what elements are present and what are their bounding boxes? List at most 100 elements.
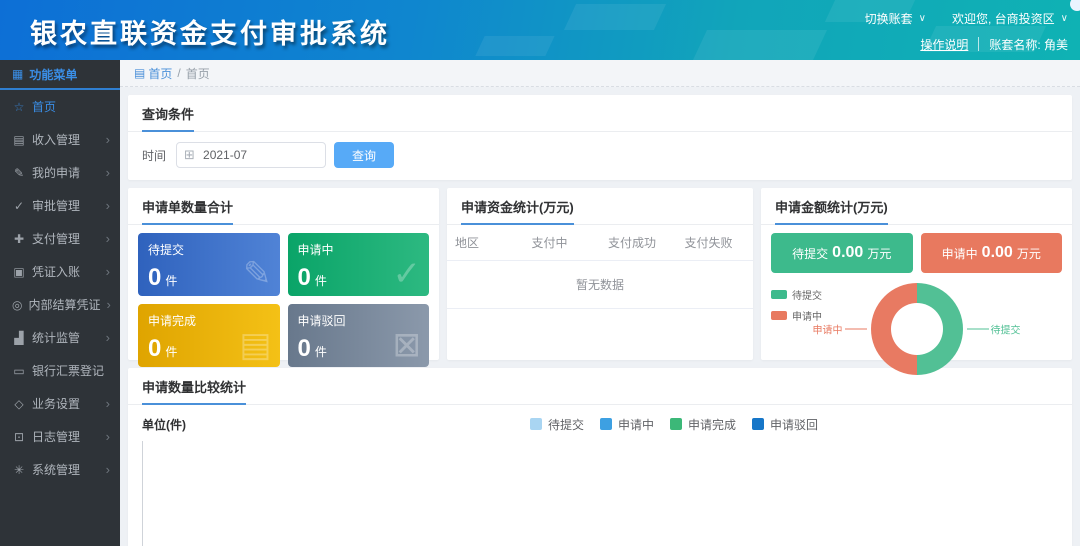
chevron-right-icon: ›: [106, 462, 110, 477]
log-edit-icon: ⊡: [12, 430, 26, 444]
legend-swatch: [530, 418, 542, 430]
stat-card-unit: 件: [315, 345, 327, 359]
stat-card-value: 0: [298, 335, 311, 362]
fund-statistics-panel: 申请资金统计(万元) 地区 支付中 支付成功 支付失败 暂无数据: [447, 188, 753, 360]
legend-item[interactable]: 待提交: [530, 416, 584, 433]
app-header: 银农直联资金支付审批系统 切换账套 ∨ 欢迎您, 台商投资区 ∨ 操作说明 账套…: [0, 0, 1080, 60]
edit-document-icon: ✎: [243, 254, 272, 294]
stat-card-pending-submit[interactable]: 待提交 0件 ✎: [138, 233, 280, 296]
sidebar-item-label: 内部结算凭证: [28, 296, 100, 313]
stat-card-completed[interactable]: 申请完成 0件 ▤: [138, 304, 280, 367]
sidebar-item-system-mgmt[interactable]: ✳ 系统管理 ›: [0, 453, 120, 486]
sidebar-item-label: 支付管理: [32, 230, 100, 247]
legend-item[interactable]: 申请驳回: [752, 416, 818, 433]
home-doc-icon: ▤: [134, 66, 145, 80]
bar-chart-legend: 待提交 申请中 申请完成 申请驳回: [530, 416, 818, 433]
sidebar-item-label: 系统管理: [32, 461, 100, 478]
sidebar-item-business-settings[interactable]: ◇ 业务设置 ›: [0, 387, 120, 420]
sidebar-item-approval-mgmt[interactable]: ✓ 审批管理 ›: [0, 189, 120, 222]
sidebar-item-bank-draft-registration[interactable]: ▭ 银行汇票登记: [0, 354, 120, 387]
chevron-right-icon: ›: [106, 132, 110, 147]
badge-label: 申请中: [942, 245, 978, 262]
sidebar-item-home[interactable]: ☆ 首页: [0, 90, 120, 123]
badge-in-application-amount[interactable]: 申请中 0.00 万元: [921, 233, 1063, 273]
chevron-right-icon: ›: [106, 330, 110, 345]
chevron-right-icon: ›: [106, 231, 110, 246]
month-picker-input[interactable]: [176, 142, 326, 168]
stat-card-unit: 件: [165, 274, 177, 288]
legend-swatch-applying: [771, 311, 787, 320]
sidebar-item-payment-mgmt[interactable]: ✚ 支付管理 ›: [0, 222, 120, 255]
breadcrumb-home[interactable]: ▤ 首页: [134, 65, 172, 82]
time-label: 时间: [142, 147, 166, 164]
chevron-right-icon: ›: [106, 396, 110, 411]
donut-chart[interactable]: [871, 283, 963, 375]
badge-unit: 万元: [867, 245, 891, 262]
header-decoration: [564, 4, 666, 30]
sidebar-item-label: 凭证入账: [32, 263, 100, 280]
stat-card-in-application[interactable]: 申请中 0件 ✓: [288, 233, 430, 296]
grid-menu-icon: ▦: [12, 67, 23, 81]
query-panel: 查询条件 时间 ⊞ 查询: [128, 95, 1072, 180]
sidebar-item-voucher-entry[interactable]: ▣ 凭证入账 ›: [0, 255, 120, 288]
badge-value: 0.00: [832, 244, 863, 262]
divider: [978, 37, 979, 51]
welcome-user-dropdown[interactable]: 欢迎您, 台商投资区: [952, 10, 1055, 27]
document-icon: ▤: [239, 325, 271, 365]
sidebar-item-log-mgmt[interactable]: ⊡ 日志管理 ›: [0, 420, 120, 453]
menu-header-label: 功能菜单: [29, 66, 77, 83]
stat-card-rejected[interactable]: 申请驳回 0件 ⊠: [288, 304, 430, 367]
legend-item[interactable]: 申请中: [600, 416, 654, 433]
badge-label: 待提交: [792, 245, 828, 262]
comparison-panel-title: 申请数量比较统计: [142, 377, 246, 405]
donut-label-right: 待提交: [967, 322, 1021, 337]
chevron-down-icon[interactable]: ∨: [919, 13, 926, 24]
pencil-icon: ✎: [12, 166, 26, 180]
bar-chart-icon: ▟: [12, 331, 26, 345]
stat-card-value: 0: [298, 264, 311, 291]
sidebar-item-label: 业务设置: [32, 395, 100, 412]
comparison-chart-panel: 申请数量比较统计 单位(件) 待提交 申请中 申请完成 申请驳回: [128, 368, 1072, 546]
chevron-right-icon: ›: [107, 297, 111, 312]
sidebar-menu-header: ▦ 功能菜单: [0, 60, 120, 90]
amount-panel-title: 申请金额统计(万元): [775, 197, 888, 225]
amount-statistics-panel: 申请金额统计(万元) 待提交 0.00 万元 申请中 0.00: [761, 188, 1072, 360]
bank-draft-icon: ▭: [12, 364, 26, 378]
sidebar-item-my-applications[interactable]: ✎ 我的申请 ›: [0, 156, 120, 189]
chevron-right-icon: ›: [106, 429, 110, 444]
empty-data-text: 暂无数据: [447, 261, 753, 309]
column-header-region: 地区: [447, 225, 524, 260]
list-check-icon: ✓: [393, 254, 422, 294]
legend-swatch: [670, 418, 682, 430]
stat-card-unit: 件: [165, 345, 177, 359]
sidebar-item-label: 收入管理: [32, 131, 100, 148]
fund-table: 地区 支付中 支付成功 支付失败 暂无数据: [447, 225, 753, 309]
corner-notification-dot: [1070, 0, 1080, 11]
stat-card-unit: 件: [315, 274, 327, 288]
sidebar-item-label: 审批管理: [32, 197, 100, 214]
search-button[interactable]: 查询: [334, 142, 394, 168]
sidebar-item-internal-settlement[interactable]: ◎ 内部结算凭证 ›: [0, 288, 120, 321]
document-reject-icon: ⊠: [393, 325, 422, 365]
app-title: 银农直联资金支付审批系统: [30, 12, 390, 51]
query-panel-title: 查询条件: [142, 104, 194, 132]
check-icon: ✓: [12, 199, 26, 213]
badge-unit: 万元: [1017, 245, 1041, 262]
sidebar-item-label: 首页: [32, 98, 110, 115]
column-header-paying: 支付中: [524, 225, 601, 260]
chart-unit-label: 单位(件): [142, 416, 186, 433]
chevron-down-icon[interactable]: ∨: [1061, 13, 1068, 24]
gear-icon: ✳: [12, 463, 26, 477]
legend-item[interactable]: 申请完成: [670, 416, 736, 433]
sidebar: ▦ 功能菜单 ☆ 首页 ▤ 收入管理 › ✎ 我的申请 › ✓ 审批管理 › ✚…: [0, 60, 120, 546]
link-icon: ◇: [12, 397, 26, 411]
column-header-pay-failed: 支付失败: [677, 225, 754, 260]
legend-label: 待提交: [792, 287, 822, 302]
sidebar-item-income-mgmt[interactable]: ▤ 收入管理 ›: [0, 123, 120, 156]
badge-pending-submit-amount[interactable]: 待提交 0.00 万元: [771, 233, 913, 273]
operation-guide-link[interactable]: 操作说明: [920, 36, 968, 53]
sidebar-item-statistics-supervision[interactable]: ▟ 统计监管 ›: [0, 321, 120, 354]
switch-account-dropdown[interactable]: 切换账套: [865, 10, 913, 27]
sidebar-item-label: 我的申请: [32, 164, 100, 181]
chevron-right-icon: ›: [106, 198, 110, 213]
